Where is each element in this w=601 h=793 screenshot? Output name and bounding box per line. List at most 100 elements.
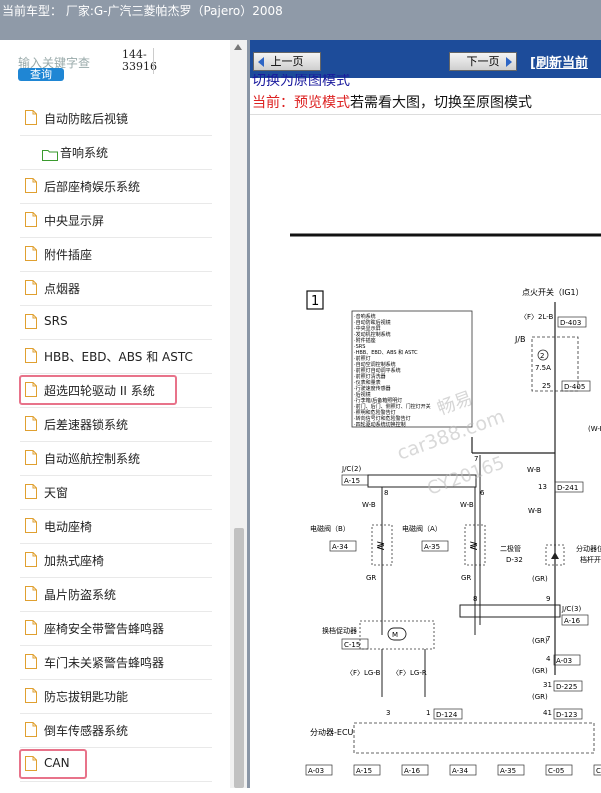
viewer-panel: 上一页 下一页 [刷新当前 切换为原图模式 当前：预览模式若需看大图，切换至原图… bbox=[250, 40, 601, 789]
tree-item[interactable]: 座椅安全带警告蜂鸣器 bbox=[20, 612, 212, 646]
svg-text:W-B: W-B bbox=[362, 501, 376, 509]
tree-item-label: 点烟器 bbox=[44, 282, 81, 296]
svg-text:W-B: W-B bbox=[528, 507, 542, 515]
document-icon bbox=[25, 246, 37, 261]
tree-item[interactable]: 加热式座椅 bbox=[20, 544, 212, 578]
tree-item[interactable]: 音响系统 bbox=[20, 136, 212, 170]
tree-item[interactable]: 附件插座 bbox=[20, 238, 212, 272]
connector-label: C-05 bbox=[548, 767, 564, 775]
svg-text:1: 1 bbox=[426, 709, 430, 717]
svg-text:分动器-ECU: 分动器-ECU bbox=[310, 727, 354, 737]
arrow-right-icon bbox=[506, 57, 512, 67]
tree-item-label: 晶片防盗系统 bbox=[44, 588, 117, 602]
svg-text:(GR): (GR) bbox=[532, 667, 548, 675]
svg-text:3: 3 bbox=[386, 709, 390, 717]
svg-text:≷: ≷ bbox=[376, 539, 385, 552]
document-icon bbox=[25, 314, 37, 329]
watermark-text: 畅易 bbox=[435, 388, 476, 420]
svg-text:D-225: D-225 bbox=[556, 683, 577, 691]
folder-icon bbox=[42, 146, 58, 161]
svg-text:A-35: A-35 bbox=[424, 543, 440, 551]
svg-text:8: 8 bbox=[473, 595, 477, 603]
tree-item[interactable]: 天窗 bbox=[20, 476, 212, 510]
fuse-list-item: ·前门、后门、侧照灯、门控灯开关 bbox=[354, 403, 431, 410]
svg-text:C-15: C-15 bbox=[344, 641, 360, 649]
svg-text:8: 8 bbox=[384, 489, 388, 497]
document-icon bbox=[25, 212, 37, 227]
svg-text:6: 6 bbox=[480, 489, 485, 497]
document-icon bbox=[25, 620, 37, 635]
fuse-list-item: ·后视镜 bbox=[354, 391, 371, 398]
fuse-list-item: ·自动防眩后视镜 bbox=[354, 319, 391, 326]
tree-item-label: 座椅安全带警告蜂鸣器 bbox=[44, 622, 165, 636]
document-icon bbox=[25, 178, 37, 193]
watermark-code: CY20165 bbox=[425, 452, 508, 499]
svg-text:二极管: 二极管 bbox=[500, 544, 521, 553]
tree-item[interactable]: 后部座椅娱乐系统 bbox=[20, 170, 212, 204]
svg-text:25: 25 bbox=[542, 382, 551, 390]
tree-item[interactable]: 晶片防盗系统 bbox=[20, 578, 212, 612]
tree-item[interactable]: 后差速器锁系统 bbox=[20, 408, 212, 442]
svg-text:W-B: W-B bbox=[527, 466, 541, 474]
connector-label: A-34 bbox=[452, 767, 469, 775]
mode-status: 当前：预览模式若需看大图，切换至原图模式 bbox=[252, 92, 532, 112]
prev-page-button[interactable]: 上一页 bbox=[253, 52, 321, 71]
fuse-list-item: ·照明和危险警告灯 bbox=[354, 409, 396, 416]
tree-item[interactable]: 自动巡航控制系统 bbox=[20, 442, 212, 476]
svg-text:J/C(2): J/C(2) bbox=[341, 465, 361, 473]
svg-text:D-123: D-123 bbox=[556, 711, 577, 719]
tree-item-label: 中央显示屏 bbox=[44, 214, 105, 228]
svg-text:D-241: D-241 bbox=[557, 484, 578, 492]
scrollbar-thumb[interactable] bbox=[234, 528, 244, 788]
svg-text:W-B: W-B bbox=[460, 501, 474, 509]
svg-text:电磁阀（A）: 电磁阀（A） bbox=[402, 524, 442, 533]
tree-item-label: SRS bbox=[44, 314, 68, 328]
highlight-box bbox=[19, 375, 177, 405]
connector-label: A-15 bbox=[356, 767, 372, 775]
window-title: 当前车型： 厂家:G-广汽三菱帕杰罗（Pajero）2008 bbox=[2, 4, 283, 18]
connector-label: C-10 bbox=[596, 767, 601, 775]
svg-text:D-403: D-403 bbox=[560, 319, 581, 327]
svg-text:M: M bbox=[392, 631, 398, 639]
tree-item[interactable]: 点烟器 bbox=[20, 272, 212, 306]
tree-item[interactable]: 自动防眩后视镜 bbox=[20, 102, 212, 136]
tree-item[interactable]: 中央显示屏 bbox=[20, 204, 212, 238]
svg-text:〈F〉LG-R: 〈F〉LG-R bbox=[392, 669, 427, 677]
svg-text:(GR): (GR) bbox=[532, 693, 548, 701]
svg-text:A-34: A-34 bbox=[332, 543, 349, 551]
document-icon bbox=[25, 280, 37, 295]
svg-text:电磁阀（B）: 电磁阀（B） bbox=[310, 524, 350, 533]
tree-item[interactable]: 防忘拔钥匙功能 bbox=[20, 680, 212, 714]
wiring-diagram[interactable]: 1 点火开关（IG1） ·音响系统 ·自动防眩后视镜 ·中央显示屏 ·发动机控制系统 ·… bbox=[250, 114, 601, 789]
tree-item[interactable]: HBB、EBD、ABS 和 ASTC bbox=[20, 340, 212, 374]
search-button[interactable]: 查询 bbox=[18, 68, 64, 81]
svg-text:13: 13 bbox=[538, 483, 547, 491]
wiring-diagram-svg: 1 点火开关（IG1） ·音响系统·自动防眩后视镜·中央显示屏·发动机控制系统·… bbox=[290, 233, 601, 776]
svg-text:2: 2 bbox=[540, 352, 544, 360]
fuse-list-item: ·前照灯自动调平系统 bbox=[354, 367, 401, 374]
fuse-list-item: ·前照灯清洗器 bbox=[354, 373, 386, 380]
svg-text:D-405: D-405 bbox=[564, 383, 585, 391]
highlight-box bbox=[19, 749, 87, 779]
svg-text:分动器位: 分动器位 bbox=[576, 544, 601, 553]
refresh-link[interactable]: [刷新当前 bbox=[530, 52, 588, 71]
tree-item[interactable]: 电动座椅 bbox=[20, 510, 212, 544]
next-page-button[interactable]: 下一页 bbox=[449, 52, 517, 71]
tree-item[interactable]: SRS bbox=[20, 306, 212, 340]
svg-text:GR: GR bbox=[461, 574, 471, 582]
section-number: 1 bbox=[311, 294, 319, 309]
fuse-list-item: ·发动机控制系统 bbox=[354, 331, 391, 338]
scroll-up-icon[interactable] bbox=[234, 44, 242, 50]
fuse-list-item: ·行李箱/后备箱照明灯 bbox=[354, 397, 402, 404]
document-icon bbox=[25, 518, 37, 533]
tree-item[interactable]: 倒车传感器系统 bbox=[20, 714, 212, 748]
switch-original-link[interactable]: 切换为原图模式 bbox=[252, 74, 350, 86]
svg-text:(GR): (GR) bbox=[532, 575, 548, 583]
tree-item-label: 音响系统 bbox=[60, 146, 109, 160]
svg-text:4: 4 bbox=[546, 655, 551, 663]
tree-item[interactable]: 车门未关紧警告蜂鸣器 bbox=[20, 646, 212, 680]
connector-label: A-03 bbox=[308, 767, 324, 775]
tree-item-label: 加热式座椅 bbox=[44, 554, 105, 568]
fuse-list-item: ·附件插座 bbox=[354, 337, 376, 344]
document-icon bbox=[25, 348, 37, 363]
